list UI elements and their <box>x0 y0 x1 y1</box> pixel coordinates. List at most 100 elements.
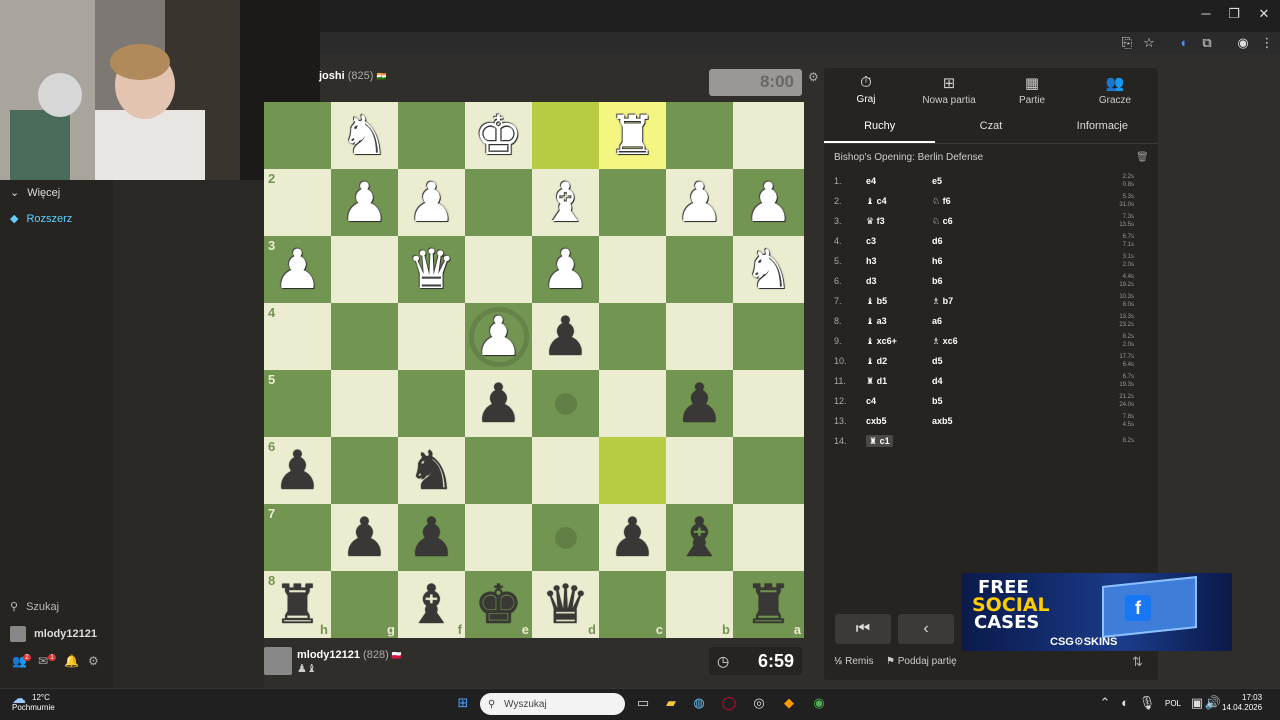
move-hint-dot[interactable] <box>554 526 577 549</box>
avatar[interactable] <box>264 647 292 675</box>
white-king[interactable]: ♚ <box>474 108 522 163</box>
square-h4[interactable]: 4 <box>264 303 331 370</box>
white-pawn[interactable]: ♟ <box>744 175 792 230</box>
square-f1[interactable] <box>398 102 465 169</box>
tab-gracze[interactable]: 👥 Gracze <box>1075 74 1155 106</box>
square-d4[interactable]: ♟ <box>532 303 599 370</box>
square-f3[interactable]: ♛ <box>398 236 465 303</box>
black-bishop[interactable]: ♝ <box>675 510 723 565</box>
white-move[interactable]: c4 <box>866 396 932 406</box>
square-f5[interactable] <box>398 370 465 437</box>
square-a8[interactable]: a ♜ <box>733 571 804 638</box>
star-icon[interactable]: ☆ <box>1140 35 1158 51</box>
tab-graj[interactable]: ⏱ Graj <box>826 74 906 105</box>
black-pawn[interactable]: ♟ <box>407 510 455 565</box>
square-b1[interactable] <box>666 102 733 169</box>
tray-chevron-icon[interactable]: ⌃ <box>1096 695 1114 713</box>
square-a6[interactable] <box>733 437 804 504</box>
extension-icon[interactable]: ◖ <box>1174 35 1192 50</box>
square-c3[interactable] <box>599 236 666 303</box>
black-move[interactable]: b5 <box>932 396 1052 406</box>
square-g1[interactable]: ♞ <box>331 102 398 169</box>
black-pawn[interactable]: ♟ <box>340 510 388 565</box>
tab-moves[interactable]: Ruchy <box>824 112 936 143</box>
black-knight[interactable]: ♞ <box>407 443 455 498</box>
black-move[interactable]: ♗ b7 <box>932 296 1052 307</box>
black-move[interactable]: a6 <box>932 316 1052 326</box>
folder-icon[interactable]: ▰ <box>662 695 680 713</box>
white-move[interactable]: ♝ xc6+ <box>866 336 932 347</box>
app-icon[interactable]: ◎ <box>750 695 768 713</box>
square-g2[interactable]: ♟ <box>331 169 398 236</box>
square-h8[interactable]: 8 h ♜ <box>264 571 331 638</box>
square-d8[interactable]: d ♛ <box>532 571 599 638</box>
black-move[interactable]: b6 <box>932 276 1052 286</box>
tab-info[interactable]: Informacje <box>1047 112 1158 143</box>
white-pawn[interactable]: ♟ <box>340 175 388 230</box>
chessboard[interactable]: ♞ ♚ ♜ 2 ♟ ♟ ♝ ♟ ♟ 3 ♟ ♛ ♟ ♞ 4 ♟ ♟ 5 ♟ ♟ 6 ♟ ♞ 7 ♟ ♟ ♟ ♝ 8 h ♜ g f ♝ e ♚ d ♛ c b… <box>264 102 804 640</box>
white-bishop[interactable]: ♝ <box>541 175 589 230</box>
black-queen[interactable]: ♛ <box>541 577 589 632</box>
square-c6[interactable] <box>599 437 666 504</box>
black-move[interactable]: e5 <box>932 176 1052 186</box>
black-pawn[interactable]: ♟ <box>541 309 589 364</box>
resign-button[interactable]: ⚑ Poddaj partię <box>886 656 957 667</box>
opponent-name[interactable]: joshi (825) 🇮🇳 <box>319 70 386 82</box>
square-b2[interactable]: ♟ <box>666 169 733 236</box>
square-f6[interactable]: ♞ <box>398 437 465 504</box>
square-a4[interactable] <box>733 303 804 370</box>
white-pawn[interactable]: ♟ <box>273 242 321 297</box>
square-e2[interactable] <box>465 169 532 236</box>
square-a2[interactable]: ♟ <box>733 169 804 236</box>
black-move[interactable]: d6 <box>932 236 1052 246</box>
square-d7[interactable] <box>532 504 599 571</box>
black-rook[interactable]: ♜ <box>273 577 321 632</box>
square-g4[interactable] <box>331 303 398 370</box>
white-move[interactable]: ♝ c4 <box>866 196 932 207</box>
black-move[interactable]: ♘ f6 <box>932 196 1052 207</box>
system-clock[interactable]: 17:03 14.04.2026 <box>1222 693 1262 713</box>
square-d3[interactable]: ♟ <box>532 236 599 303</box>
black-rook[interactable]: ♜ <box>744 577 792 632</box>
square-b4[interactable] <box>666 303 733 370</box>
black-move[interactable]: ♘ c6 <box>932 216 1052 227</box>
player-name[interactable]: mlody12121 (828) 🇵🇱 <box>297 649 402 661</box>
square-e7[interactable] <box>465 504 532 571</box>
white-move[interactable]: ♜ d1 <box>866 376 932 387</box>
tab-partie[interactable]: ▦ Partie <box>992 74 1072 106</box>
white-move[interactable]: ♝ b5 <box>866 296 932 307</box>
board-settings-icon[interactable]: ⚙ <box>808 70 819 84</box>
square-e8[interactable]: e ♚ <box>465 571 532 638</box>
steam-icon[interactable]: ◍ <box>690 695 708 713</box>
black-move[interactable]: d5 <box>932 356 1052 366</box>
profile-icon[interactable]: ◉ <box>1234 35 1252 51</box>
gear-icon[interactable]: ⚙ <box>88 654 99 668</box>
square-b5[interactable]: ♟ <box>666 370 733 437</box>
square-b3[interactable] <box>666 236 733 303</box>
white-knight[interactable]: ♞ <box>744 242 792 297</box>
black-pawn[interactable]: ♟ <box>675 376 723 431</box>
square-h6[interactable]: 6 ♟ <box>264 437 331 504</box>
sidebar-user[interactable]: mlody12121 <box>10 626 97 642</box>
square-h7[interactable]: 7 <box>264 504 331 571</box>
ad-banner[interactable]: f FREE SOCIAL CASES CSG⚙SKINS <box>962 573 1232 651</box>
opera-icon[interactable]: ◯ <box>720 695 738 713</box>
square-h1[interactable] <box>264 102 331 169</box>
square-f2[interactable]: ♟ <box>398 169 465 236</box>
black-pawn[interactable]: ♟ <box>608 510 656 565</box>
black-bishop[interactable]: ♝ <box>407 577 455 632</box>
black-move[interactable]: ♗ xc6 <box>932 336 1052 347</box>
sidebar-search[interactable]: ⚲ Szukaj <box>10 600 59 614</box>
extend-menu[interactable]: ◆ Rozszerz <box>10 212 72 226</box>
install-icon[interactable]: ⎘ <box>1118 35 1136 51</box>
minimize-icon[interactable]: ─ <box>1196 6 1216 21</box>
white-move[interactable]: cxb5 <box>866 416 932 426</box>
square-e1[interactable]: ♚ <box>465 102 532 169</box>
menu-icon[interactable]: ⋮ <box>1258 35 1276 51</box>
white-move[interactable]: ♝ d2 <box>866 356 932 367</box>
square-c7[interactable]: ♟ <box>599 504 666 571</box>
square-a7[interactable] <box>733 504 804 571</box>
friends-icon[interactable]: 👥2 <box>12 654 35 668</box>
square-a3[interactable]: ♞ <box>733 236 804 303</box>
square-f7[interactable]: ♟ <box>398 504 465 571</box>
